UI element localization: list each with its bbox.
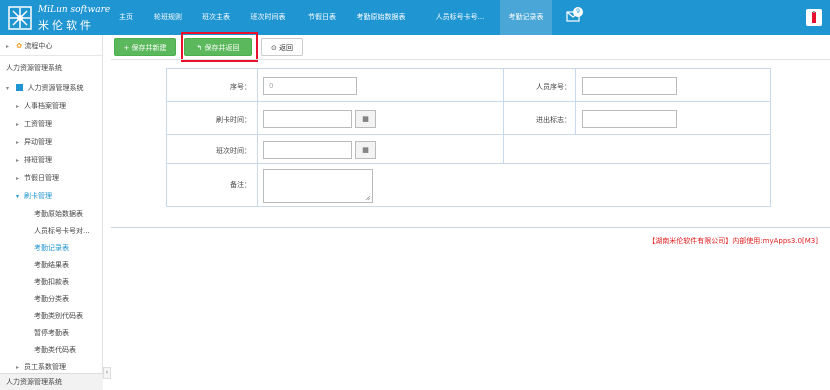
sidebar-child[interactable]: 人员标号卡号对... xyxy=(0,226,103,236)
sidebar: ▸ ✿ 流程中心 人力资源管理系统 ▾ 人力资源管理系统 ▸ 人事档案管理 ▸ 工资… xyxy=(0,35,103,390)
sidebar-group-label: 工资管理 xyxy=(24,120,52,128)
swipe-time-input[interactable] xyxy=(263,110,352,128)
sidebar-group-label: 排班管理 xyxy=(24,156,52,164)
sidebar-child[interactable]: 考勤结果表 xyxy=(0,260,103,270)
brand-logo[interactable]: MiLun software 米伦软件 xyxy=(6,4,126,32)
brand-english-name: MiLun software xyxy=(38,5,111,15)
sidebar-group[interactable]: ▸ 节假日管理 xyxy=(0,173,103,183)
in-out-input[interactable] xyxy=(582,110,677,128)
sidebar-child[interactable]: 暂停考勤表 xyxy=(0,328,103,338)
sidebar-group[interactable]: ▸ 工资管理 xyxy=(0,119,103,129)
nav-home[interactable]: 主页 xyxy=(116,0,136,35)
footer-copyright: 【湖南米伦软件有限公司】内部使用:myApps3.0[M3] xyxy=(648,237,818,245)
person-serial-label: 人员序号： xyxy=(536,83,571,91)
nav-shift-rules[interactable]: 轮班规则 xyxy=(150,0,186,35)
caret-right-icon: ▸ xyxy=(6,43,10,50)
calendar-icon[interactable]: ▦ xyxy=(355,110,376,128)
sidebar-group-label: 节假日管理 xyxy=(24,174,59,182)
shift-time-label: 班次时间： xyxy=(216,147,251,155)
caret-right-icon: ▸ xyxy=(16,175,20,182)
caret-right-icon: ▸ xyxy=(16,139,20,146)
highlight-box xyxy=(181,32,258,62)
sidebar-group-label: 刷卡管理 xyxy=(24,192,52,200)
caret-right-icon: ▸ xyxy=(16,121,20,128)
sidebar-group-label: 员工系数管理 xyxy=(24,363,66,371)
sidebar-item-workflow[interactable]: ▸ ✿ 流程中心 xyxy=(0,41,103,51)
sidebar-child[interactable]: 考勤类代码表 xyxy=(0,345,103,355)
workflow-icon: ✿ xyxy=(16,42,23,50)
user-icon xyxy=(812,11,816,23)
logo-mark-icon xyxy=(8,6,32,30)
brand-chinese-name: 米伦软件 xyxy=(38,19,94,32)
system-icon xyxy=(16,84,24,91)
caret-down-icon: ▾ xyxy=(6,85,10,92)
user-avatar[interactable] xyxy=(806,9,822,26)
save-and-new-button[interactable]: + 保存并新建 xyxy=(114,38,176,56)
sidebar-group-card[interactable]: ▾ 刷卡管理 xyxy=(0,191,103,201)
serial-label: 序号： xyxy=(230,83,251,91)
sidebar-item-label: 流程中心 xyxy=(24,42,53,50)
sidebar-section-title: 人力资源管理系统 xyxy=(6,64,62,72)
sidebar-child-active[interactable]: 考勤记录表 xyxy=(0,243,103,253)
sidebar-bottom-system[interactable]: 人力资源管理系统 xyxy=(0,373,103,390)
sidebar-group[interactable]: ▸ 员工系数管理 xyxy=(0,362,103,372)
sidebar-group[interactable]: ▸ 异动管理 xyxy=(0,137,103,147)
caret-right-icon: ▸ xyxy=(16,364,20,371)
sidebar-child[interactable]: 考勤分类表 xyxy=(0,294,103,304)
shift-time-input[interactable] xyxy=(263,141,352,159)
serial-input[interactable]: 0 xyxy=(263,77,357,95)
top-navbar: MiLun software 米伦软件 主页 轮班规则 班次主表 班次时间表 节… xyxy=(0,0,830,35)
sidebar-item-system[interactable]: ▾ 人力资源管理系统 xyxy=(0,83,103,93)
sidebar-item-label: 人力资源管理系统 xyxy=(27,84,84,92)
nav-attendance-records[interactable]: 考勤记录表 xyxy=(500,0,552,35)
sidebar-collapse-handle[interactable]: ‹ xyxy=(103,367,111,379)
person-serial-input[interactable] xyxy=(582,77,677,95)
footer-divider xyxy=(111,227,830,228)
remark-label: 备注： xyxy=(230,181,251,189)
sidebar-group[interactable]: ▸ 排班管理 xyxy=(0,155,103,165)
nav-holidays[interactable]: 节假日表 xyxy=(304,0,340,35)
swipe-time-label: 刷卡时间： xyxy=(216,116,251,124)
nav-shift-master[interactable]: 班次主表 xyxy=(198,0,234,35)
toolbar-divider xyxy=(111,59,830,60)
nav-raw-attendance[interactable]: 考勤原始数据表 xyxy=(352,0,410,35)
sidebar-group[interactable]: ▸ 人事档案管理 xyxy=(0,101,103,111)
form-cell xyxy=(504,135,771,164)
attendance-record-form: 序号： 0 人员序号： 刷卡时间： ▦ 进出标志： 班次时间： ▦ 备注： xyxy=(166,68,771,207)
calendar-icon[interactable]: ▦ xyxy=(355,141,376,159)
sidebar-divider xyxy=(0,55,103,56)
in-out-label: 进出标志： xyxy=(536,116,571,124)
sidebar-child[interactable]: 考勤类别代码表 xyxy=(0,311,103,321)
caret-right-icon: ▸ xyxy=(16,157,20,164)
notification-badge: 9 xyxy=(573,7,583,17)
sidebar-group-label: 人事档案管理 xyxy=(24,102,66,110)
back-button[interactable]: ⊙ 返回 xyxy=(261,38,303,56)
resize-handle-icon[interactable] xyxy=(365,195,371,201)
remark-textarea[interactable] xyxy=(263,169,373,203)
caret-down-icon: ▾ xyxy=(16,193,20,200)
sidebar-child[interactable]: 考勤扣款表 xyxy=(0,277,103,287)
nav-person-card[interactable]: 人员标号卡号... xyxy=(426,0,494,35)
caret-right-icon: ▸ xyxy=(16,103,20,110)
sidebar-group-label: 异动管理 xyxy=(24,138,52,146)
nav-shift-time[interactable]: 班次时间表 xyxy=(246,0,290,35)
sidebar-child[interactable]: 考勤原始数据表 xyxy=(0,209,103,219)
